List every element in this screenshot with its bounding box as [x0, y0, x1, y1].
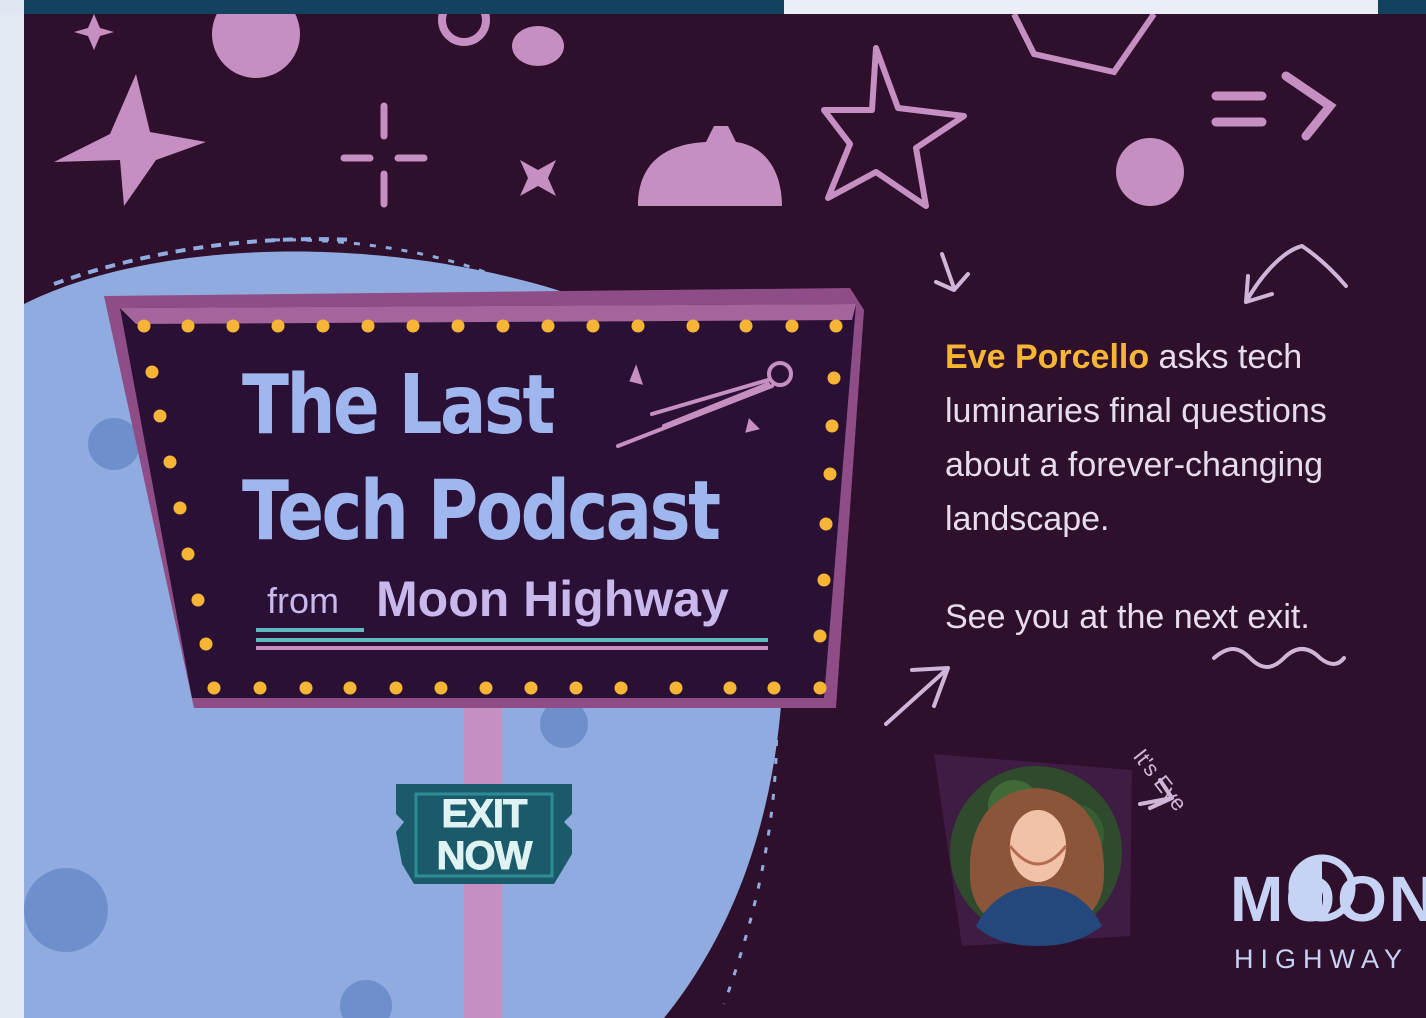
exit-sign-line-2: NOW: [436, 834, 533, 879]
ring-doodle: [438, 14, 490, 46]
top-right-dark: [1378, 0, 1426, 14]
smile-doodle: [512, 26, 564, 66]
squiggle-underline: [1212, 647, 1346, 669]
top-dark-band: [24, 0, 784, 14]
small-sparkle-icon: [74, 14, 114, 50]
exit-now-sign: EXIT NOW: [396, 782, 572, 886]
doodle-band: [54, 14, 1337, 209]
diamond-doodle: [1011, 14, 1157, 76]
curved-arrow-icon: [1244, 244, 1348, 304]
podcast-title-line-2: Tech Podcast: [242, 464, 721, 559]
crosshair-icon: [340, 102, 428, 208]
podcast-title-line-1: The Last: [242, 358, 555, 453]
left-panel: [0, 14, 24, 1018]
podcast-description: Eve Porcello asks tech luminaries final …: [945, 330, 1405, 546]
moon-highway-logo-word: MOON: [1230, 863, 1426, 935]
four-point-star-icon: [520, 160, 556, 196]
host-name: Eve Porcello: [945, 338, 1150, 376]
arrow-down-icon: [934, 252, 970, 292]
gear-icon: [638, 126, 782, 206]
star-icon: [54, 74, 206, 206]
podcast-banner: The Last Tech Podcast from Moon Highway …: [24, 14, 1426, 1018]
from-label: from: [267, 580, 339, 621]
exit-sign-line-1: EXIT: [441, 792, 528, 837]
outline-star-icon: [821, 45, 967, 209]
sign-brand-name: Moon Highway: [376, 571, 729, 627]
moon-highway-logo-sub: HIGHWAY: [1234, 944, 1409, 974]
fuzzy-ball-doodle: [1116, 138, 1184, 206]
arrow-up-right-icon: [884, 666, 950, 726]
planet-doodle: [212, 14, 300, 78]
host-photo: [934, 754, 1132, 946]
arrow-right-icon: [1211, 71, 1337, 141]
top-light-band: [784, 0, 1378, 14]
tagline: See you at the next exit.: [945, 598, 1310, 636]
